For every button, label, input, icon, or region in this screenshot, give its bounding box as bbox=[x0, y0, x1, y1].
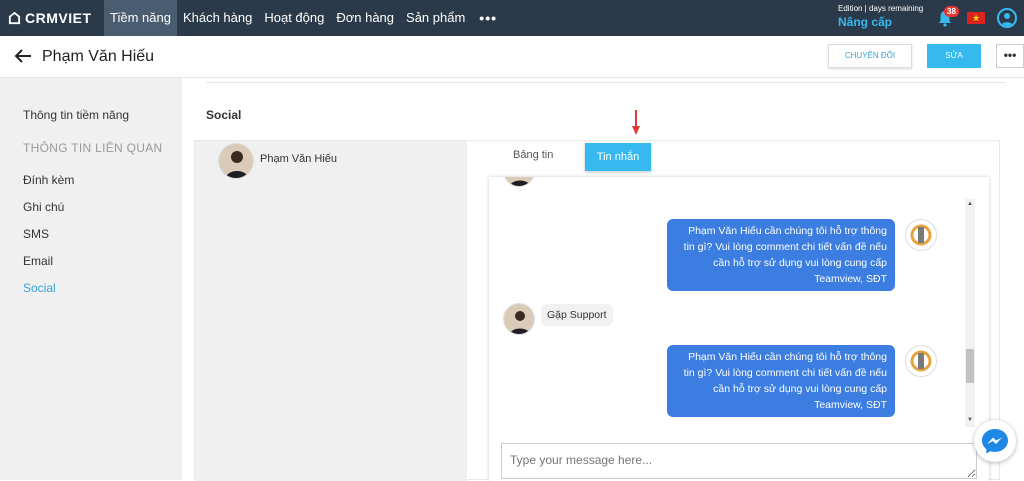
bot-avatar-icon bbox=[905, 345, 937, 377]
sidebar-item-attachments[interactable]: Đính kèm bbox=[23, 173, 74, 187]
sidebar-item-social[interactable]: Social bbox=[23, 281, 56, 295]
left-sidebar: Thông tin tiềm năng THÔNG TIN LIÊN QUAN … bbox=[0, 78, 182, 480]
message-input[interactable] bbox=[501, 443, 977, 479]
sidebar-item-email[interactable]: Email bbox=[23, 254, 53, 268]
red-arrow-icon bbox=[632, 110, 640, 135]
page-title: Phạm Văn Hiếu bbox=[42, 48, 155, 65]
sidebar-section-label: THÔNG TIN LIÊN QUAN bbox=[23, 141, 163, 155]
nav-item-activities[interactable]: Hoạt động bbox=[258, 0, 330, 36]
message-bubble-outgoing: Phạm Văn Hiếu cần chúng tôi hỗ trợ thông… bbox=[667, 219, 895, 291]
messenger-button[interactable] bbox=[974, 420, 1016, 462]
house-icon bbox=[8, 11, 21, 24]
sidebar-item-sms[interactable]: SMS bbox=[23, 227, 49, 241]
brand-name: CRMVIET bbox=[25, 10, 92, 26]
tab-messages[interactable]: Tin nhắn bbox=[585, 143, 651, 171]
vietnam-flag-icon[interactable]: ★ bbox=[967, 12, 985, 24]
brand-logo[interactable]: CRMVIET bbox=[0, 10, 104, 26]
divider bbox=[206, 82, 1006, 83]
tab-feed[interactable]: Bảng tin bbox=[513, 149, 553, 161]
header-more-button[interactable]: ••• bbox=[996, 44, 1024, 68]
nav-more-button[interactable]: ••• bbox=[471, 10, 505, 26]
upgrade-link[interactable]: Nâng cấp bbox=[838, 15, 923, 29]
message-list[interactable]: Phạm Văn Hiếu cần chúng tôi hỗ trợ thông… bbox=[489, 177, 975, 427]
sender-avatar bbox=[503, 177, 535, 187]
sender-avatar bbox=[503, 303, 535, 335]
nav-item-leads[interactable]: Tiềm năng bbox=[104, 0, 177, 36]
back-arrow-icon[interactable] bbox=[14, 48, 32, 64]
nav-item-customers[interactable]: Khách hàng bbox=[177, 0, 258, 36]
contact-name[interactable]: Phạm Văn Hiếu bbox=[260, 153, 337, 165]
convert-button[interactable]: CHUYỂN ĐỔI bbox=[828, 44, 912, 68]
edition-info: Edition | days remaining Nâng cấp bbox=[838, 4, 923, 29]
section-title: Social bbox=[206, 108, 242, 122]
chat-box: Phạm Văn Hiếu cần chúng tôi hỗ trợ thông… bbox=[489, 177, 989, 481]
message-bubble-outgoing: Phạm Văn Hiếu cần chúng tôi hỗ trợ thông… bbox=[667, 345, 895, 417]
nav-item-products[interactable]: Sản phẩm bbox=[400, 0, 471, 36]
user-avatar-icon[interactable] bbox=[997, 8, 1017, 28]
main-content: Social Phạm Văn Hiếu Bảng tin Tin nhắn P… bbox=[182, 78, 1024, 481]
scroll-down-icon[interactable]: ▼ bbox=[967, 417, 973, 423]
messenger-icon bbox=[982, 429, 1008, 454]
sidebar-item-notes[interactable]: Ghi chú bbox=[23, 200, 64, 214]
scroll-thumb[interactable] bbox=[966, 349, 974, 383]
chat-scrollbar[interactable]: ▲ ▼ bbox=[965, 199, 975, 427]
scroll-up-icon[interactable]: ▲ bbox=[967, 201, 973, 207]
sidebar-item-lead-info[interactable]: Thông tin tiềm năng bbox=[23, 108, 129, 122]
edition-text: Edition | days remaining bbox=[838, 4, 924, 13]
contact-avatar[interactable] bbox=[218, 143, 254, 179]
nav-item-orders[interactable]: Đơn hàng bbox=[330, 0, 400, 36]
social-panel: Phạm Văn Hiếu Bảng tin Tin nhắn Phạm Văn… bbox=[194, 140, 1000, 481]
bot-avatar-icon bbox=[905, 219, 937, 251]
contact-column: Phạm Văn Hiếu bbox=[195, 141, 467, 481]
edit-button[interactable]: SỬA bbox=[927, 44, 981, 68]
message-bubble-incoming: Gặp Support bbox=[541, 304, 613, 326]
notification-badge: 38 bbox=[944, 6, 959, 17]
